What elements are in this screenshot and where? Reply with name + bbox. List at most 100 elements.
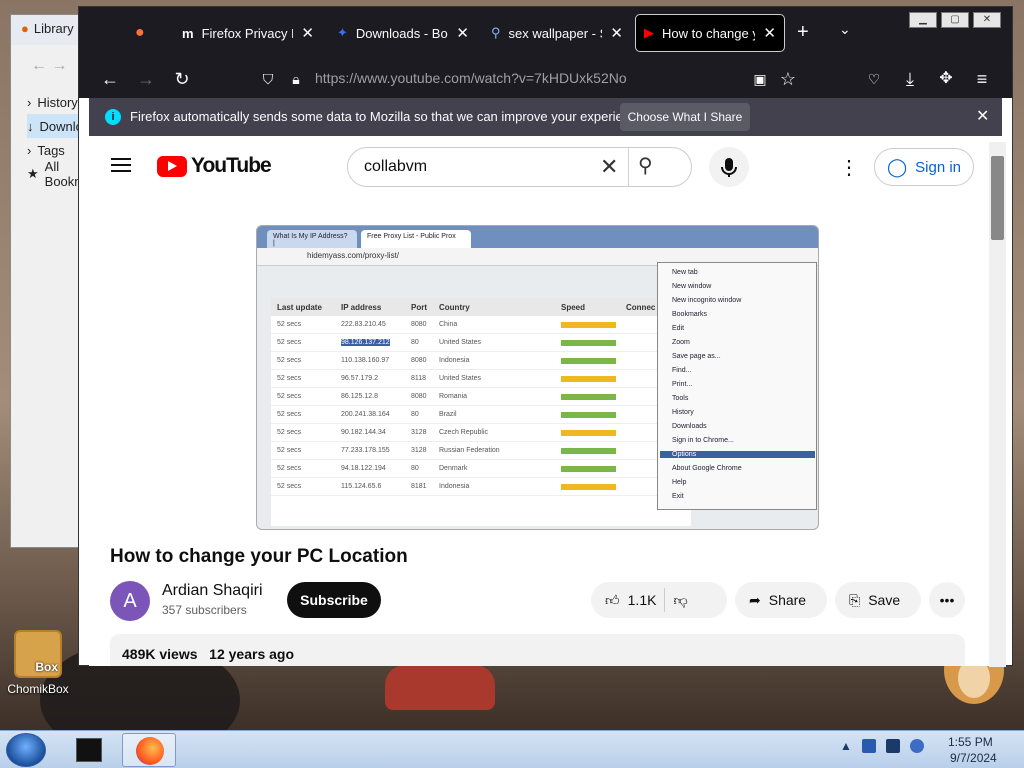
video-table-cell: 52 secs xyxy=(277,447,302,454)
list-tabs-chevron-down-icon[interactable]: ⌄ xyxy=(839,21,851,38)
tab-strip: ● m Firefox Privacy Notice ✕ ✦ Downloads… xyxy=(79,7,1012,58)
minimize-button[interactable]: ▁ xyxy=(909,12,937,28)
close-icon[interactable]: ✕ xyxy=(301,24,314,42)
tray-expand-icon[interactable]: ▲ xyxy=(840,739,852,753)
channel-name[interactable]: Ardian Shaqiri xyxy=(162,582,263,600)
sign-in-button[interactable]: ◯ Sign in xyxy=(874,148,974,186)
channel-avatar[interactable]: A xyxy=(110,581,150,621)
volume-icon[interactable] xyxy=(909,739,924,753)
download-icon: ↓ xyxy=(27,118,34,134)
video-menu-item: Bookmarks xyxy=(672,311,708,318)
subscriber-count: 357 subscribers xyxy=(162,603,247,617)
maximize-button[interactable]: ▢ xyxy=(941,12,969,28)
video-menu-item: New incognito window xyxy=(672,297,742,304)
tab-firefox-home[interactable]: ● xyxy=(127,15,167,51)
chomikbox-icon[interactable]: Box xyxy=(14,630,62,678)
video-table-cell: 8080 xyxy=(411,357,427,364)
video-table-row: 52 secs 77.233.178.155 3128 Russian Federat… xyxy=(271,442,691,460)
tag-icon: › xyxy=(27,142,32,158)
guide-menu-icon[interactable] xyxy=(111,158,131,172)
video-menu-item: Tools xyxy=(672,395,689,402)
clock-date[interactable]: 9/7/2024 xyxy=(950,751,997,765)
youtube-page: YouTube collabvm ✕ ⚲ ⋮ ◯ Sign in What Is… xyxy=(89,136,989,666)
downloads-icon[interactable]: ⤓ xyxy=(897,66,923,92)
tab-search[interactable]: ⚲ sex wallpaper - Search ✕ xyxy=(483,15,631,51)
bookmark-icon: ⎘ xyxy=(849,591,861,608)
video-table-cell: 52 secs xyxy=(277,411,302,418)
settings-kebab-icon[interactable]: ⋮ xyxy=(839,155,859,180)
video-table-cell: 96.57.179.2 xyxy=(341,375,378,382)
clock-time[interactable]: 1:55 PM xyxy=(948,735,993,749)
video-player[interactable]: What Is My IP Address? | Free Proxy List… xyxy=(256,225,819,530)
taskbar: ▲ 1:55 PM 9/7/2024 xyxy=(0,730,1024,768)
close-window-button[interactable]: ✕ xyxy=(973,12,1001,28)
search-divider xyxy=(628,148,629,186)
video-speed-bar xyxy=(561,448,616,454)
reader-view-icon[interactable]: ▣ xyxy=(747,66,773,92)
video-menu-item: Sign in to Chrome... xyxy=(672,437,734,444)
shield-icon[interactable]: ⛉ xyxy=(255,66,281,92)
search-query[interactable]: collabvm xyxy=(364,158,427,176)
video-speed-bar xyxy=(561,412,616,418)
clear-search-icon[interactable]: ✕ xyxy=(600,154,618,180)
video-table-row: 52 secs 94.18.122.194 80 Denmark xyxy=(271,460,691,478)
video-table-cell: 80 xyxy=(411,465,419,472)
firefox-window[interactable]: ● m Firefox Privacy Notice ✕ ✦ Downloads… xyxy=(78,6,1013,667)
close-icon[interactable]: ✕ xyxy=(976,106,989,126)
like-icon[interactable]: 👍︎ xyxy=(605,592,620,609)
network-icon[interactable] xyxy=(885,739,900,753)
youtube-icon: ▶ xyxy=(644,25,654,40)
firefox-icon xyxy=(136,737,164,765)
video-table-cell: 52 secs xyxy=(277,375,302,382)
voice-search-button[interactable] xyxy=(709,147,749,187)
youtube-logo[interactable]: YouTube xyxy=(157,154,272,178)
video-menu-item: Exit xyxy=(672,493,684,500)
taskbar-firefox[interactable] xyxy=(122,733,176,767)
video-table-cell: Indonesia xyxy=(439,483,470,490)
tab-youtube-active[interactable]: ▶ How to change your PC Location ✕ xyxy=(635,14,785,52)
dislike-icon[interactable]: 👎︎ xyxy=(673,592,687,609)
reload-icon[interactable]: ↻ xyxy=(169,66,195,92)
bookmark-star-icon[interactable]: ☆ xyxy=(775,66,801,92)
scrollbar-thumb[interactable] xyxy=(991,156,1004,240)
video-table-header: Last update IP address Port Country Spee… xyxy=(271,298,691,316)
video-table-cell: 3128 xyxy=(411,447,427,454)
tab-privacy-notice[interactable]: m Firefox Privacy Notice ✕ xyxy=(174,15,322,51)
description-box[interactable]: 489K views 12 years ago xyxy=(110,634,965,666)
video-table-row: 52 secs 110.138.160.97 8080 Indonesia xyxy=(271,352,691,370)
choose-what-i-share-button[interactable]: Choose What I Share xyxy=(620,103,750,131)
video-table-row: 52 secs 90.182.144.34 3128 Czech Republic xyxy=(271,424,691,442)
new-tab-button[interactable]: + xyxy=(797,21,809,44)
search-icon[interactable]: ⚲ xyxy=(638,153,653,178)
library-back-arrow-icon[interactable]: ← → xyxy=(31,57,67,75)
pocket-icon[interactable]: ♡ xyxy=(861,66,887,92)
close-icon[interactable]: ✕ xyxy=(610,24,623,42)
chomikbox-label[interactable]: ChomikBox xyxy=(0,682,76,696)
video-table-cell: 222.83.210.45 xyxy=(341,321,386,328)
video-table-cell: Czech Republic xyxy=(439,429,489,436)
app-menu-icon[interactable]: ≡ xyxy=(969,66,995,92)
subscribe-button[interactable]: Subscribe xyxy=(287,582,381,618)
video-menu-item: New window xyxy=(672,283,712,290)
tab-downloads[interactable]: ✦ Downloads - Bob ✕ xyxy=(329,15,477,51)
close-icon[interactable]: ✕ xyxy=(763,24,776,42)
lock-icon[interactable]: 🔒︎ xyxy=(283,66,309,92)
tray-app-icon[interactable] xyxy=(861,739,876,753)
save-button[interactable]: ⎘ Save xyxy=(835,582,921,618)
video-chrome-tabstrip: What Is My IP Address? | Free Proxy List… xyxy=(257,226,818,248)
search-input[interactable]: collabvm ✕ ⚲ xyxy=(347,147,692,187)
youtube-play-icon xyxy=(157,155,187,177)
forward-arrow-icon[interactable]: → xyxy=(133,66,159,92)
more-actions-icon[interactable]: ••• xyxy=(929,582,965,618)
video-table-cell: United States xyxy=(439,375,482,382)
like-count[interactable]: 1.1K xyxy=(628,592,657,608)
video-proxy-table: 52 secs 222.83.210.45 8080 China 52 secs 98.1… xyxy=(271,316,691,526)
page-scrollbar[interactable] xyxy=(989,142,1006,667)
close-icon[interactable]: ✕ xyxy=(456,24,469,42)
video-chrome-menu: New tab New window New incognito window Boo… xyxy=(657,262,817,510)
share-button[interactable]: ➦ Share xyxy=(735,582,827,618)
start-button[interactable] xyxy=(6,733,46,767)
extensions-icon[interactable]: ✥ xyxy=(933,66,959,92)
back-arrow-icon[interactable]: ← xyxy=(97,66,123,92)
taskbar-command-prompt[interactable] xyxy=(70,735,108,765)
